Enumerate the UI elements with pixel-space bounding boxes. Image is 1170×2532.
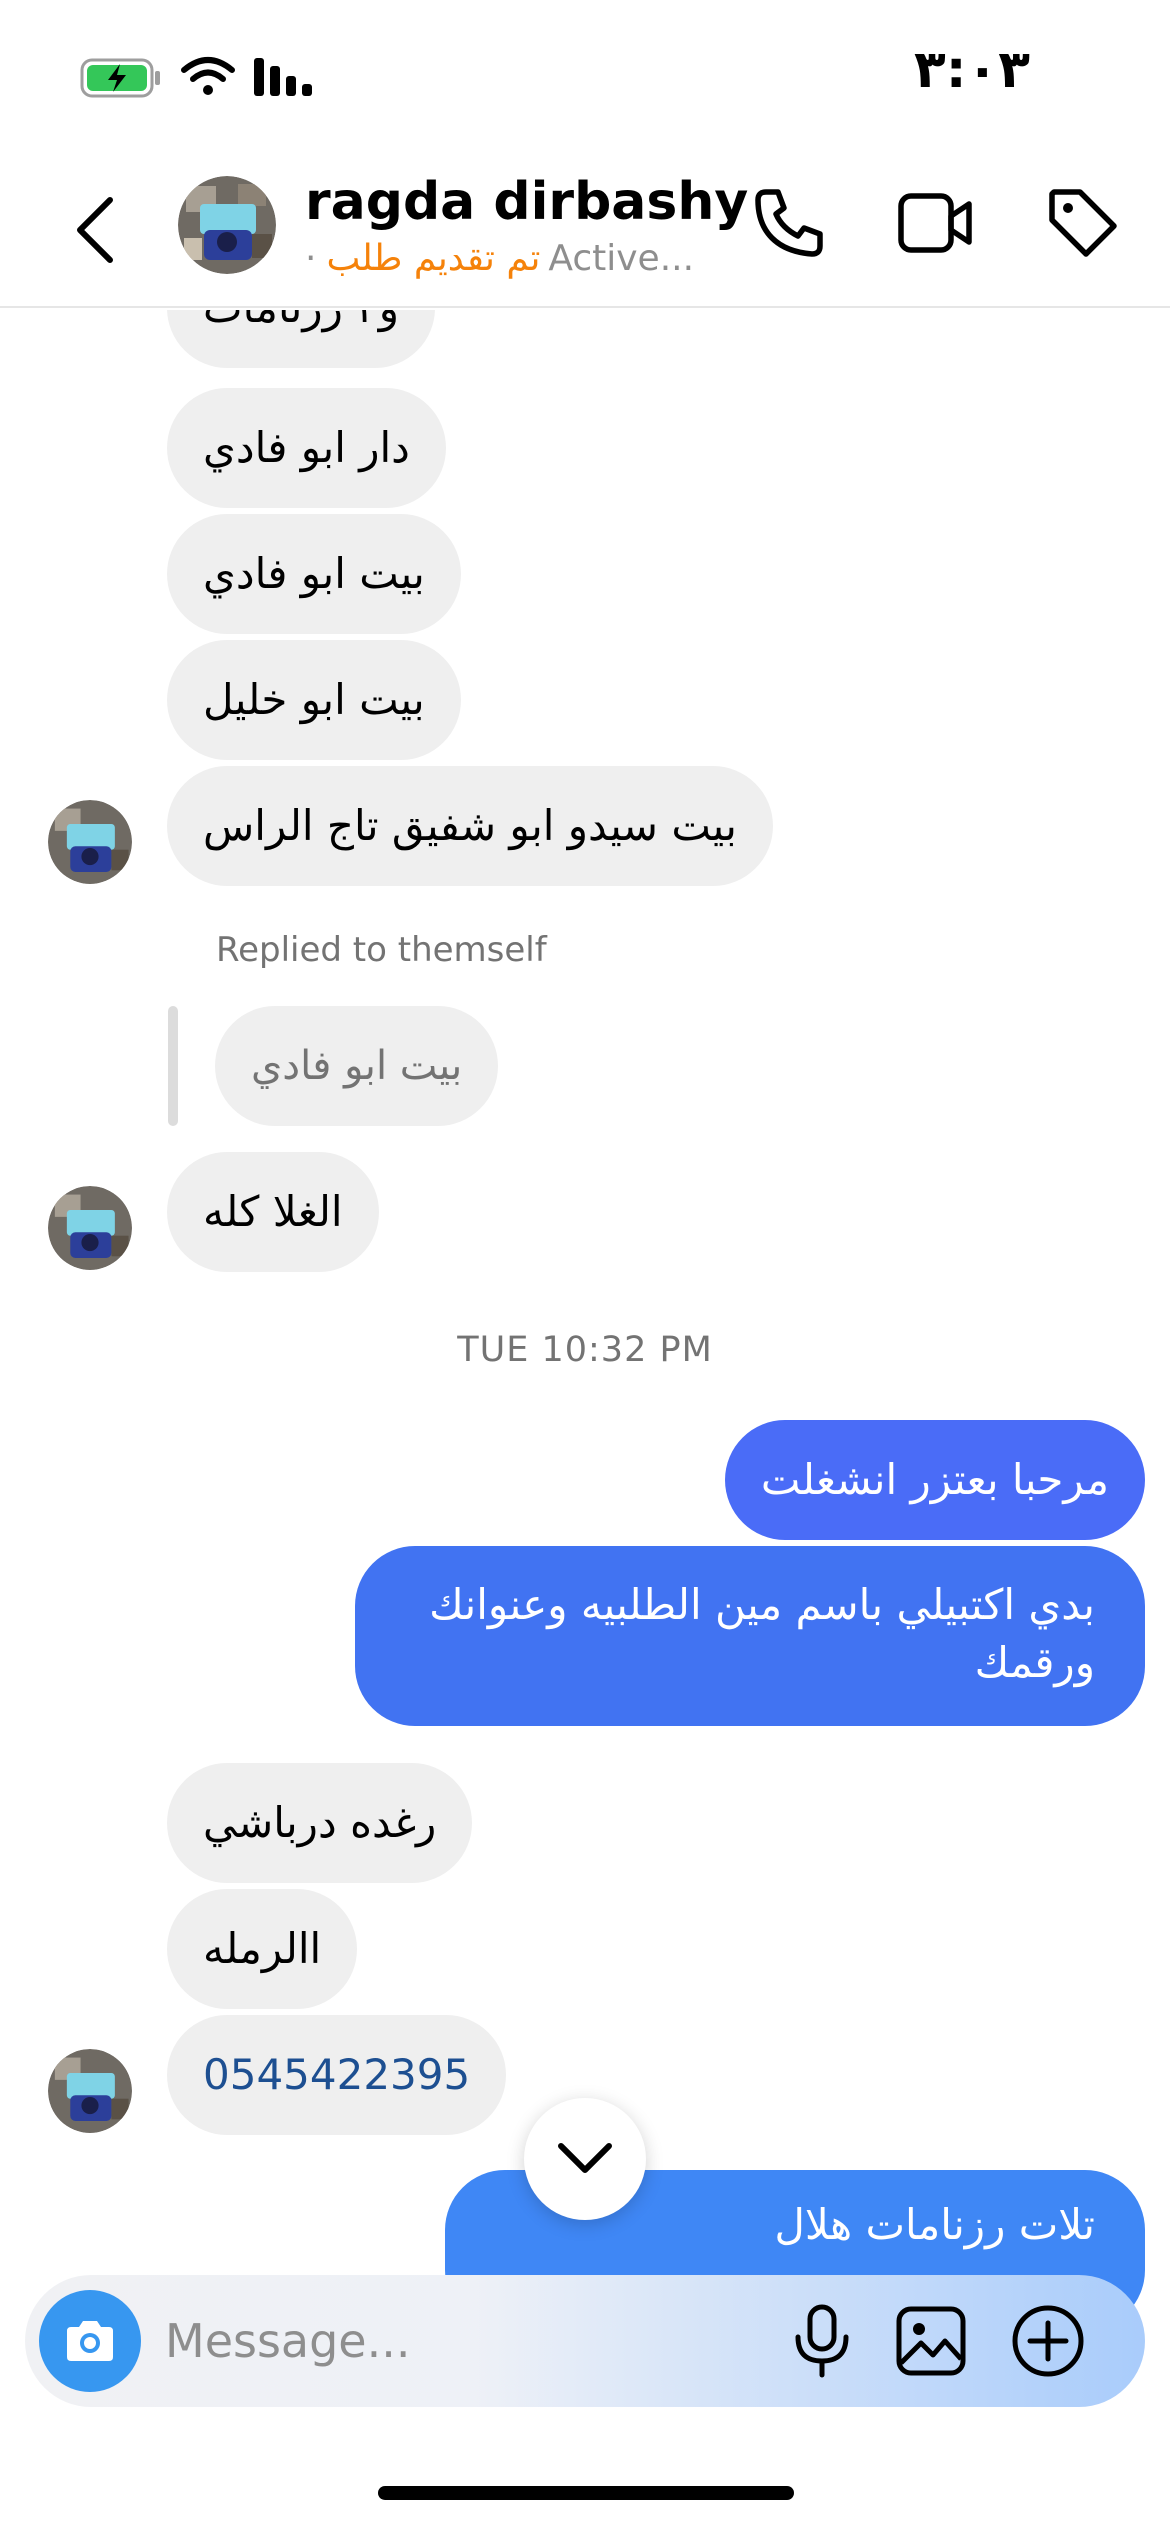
add-plus-icon[interactable] [1010, 2303, 1086, 2379]
incoming-message[interactable]: بيت سيدو ابو شفيق تاج الراس [167, 766, 773, 886]
incoming-message[interactable]: بيت ابو فادي [167, 514, 461, 634]
sender-avatar[interactable] [48, 800, 132, 884]
incoming-message[interactable]: دار ابو فادي [167, 388, 446, 508]
incoming-phone-number[interactable]: 0545422395 [167, 2015, 507, 2135]
reply-label: Replied to themself [216, 930, 547, 970]
scroll-to-bottom-button[interactable] [524, 2098, 646, 2220]
incoming-message[interactable]: و٣ رزنامات [167, 310, 436, 368]
message-timestamp: TUE 10:32 PM [457, 1330, 713, 1370]
camera-button[interactable] [39, 2290, 141, 2392]
incoming-message[interactable]: بيت ابو خليل [167, 640, 461, 760]
video-call-icon[interactable] [897, 190, 973, 256]
contact-name[interactable]: ragda dirbashy [305, 172, 748, 232]
chevron-down-icon [558, 2143, 612, 2173]
outgoing-message[interactable]: مرحبا بعتزر انشغلت [724, 1420, 1145, 1540]
photo-gallery-icon[interactable] [895, 2305, 967, 2377]
reply-indicator-bar [168, 1006, 178, 1126]
microphone-icon[interactable] [790, 2303, 854, 2379]
phone-call-icon[interactable] [752, 186, 826, 260]
sender-avatar[interactable] [48, 2049, 132, 2133]
message-thread[interactable]: و٣ رزنامات دار ابو فادي بيت ابو فادي بيت… [0, 310, 1170, 2310]
incoming-message[interactable]: رغده درباشي [167, 1763, 473, 1883]
cellular-signal-icon [254, 58, 312, 96]
message-input[interactable] [165, 2299, 765, 2383]
outgoing-message[interactable]: بدي اكتبيلي باسم مين الطلبيه وعنوانك ورق… [355, 1546, 1145, 1726]
active-status: Active... [548, 238, 695, 279]
contact-avatar[interactable] [178, 176, 276, 274]
status-dot: · [305, 238, 317, 279]
status-bar: ٣:٠٣ [0, 0, 1170, 150]
quoted-message[interactable]: بيت ابو فادي [215, 1006, 499, 1126]
back-arrow-icon[interactable] [66, 190, 122, 270]
label-tag-icon[interactable] [1046, 186, 1120, 260]
request-status: تم تقديم طلب [326, 238, 541, 279]
contact-status: · تم تقديم طلب Active... [305, 238, 705, 279]
incoming-message[interactable]: االرمله [167, 1889, 358, 2009]
battery-charging-icon [80, 58, 160, 98]
wifi-icon [181, 57, 235, 95]
message-composer [25, 2275, 1145, 2407]
chat-screen: ٣:٠٣ ragda dirbashy · تم تقديم طلب Active.… [0, 0, 1170, 2532]
sender-avatar[interactable] [48, 1186, 132, 1270]
incoming-message[interactable]: الغلا كله [167, 1152, 379, 1272]
status-time: ٣:٠٣ [913, 40, 1030, 100]
chat-header: ragda dirbashy · تم تقديم طلب Active... [0, 150, 1170, 308]
camera-icon [67, 2321, 113, 2361]
home-indicator[interactable] [378, 2486, 794, 2500]
